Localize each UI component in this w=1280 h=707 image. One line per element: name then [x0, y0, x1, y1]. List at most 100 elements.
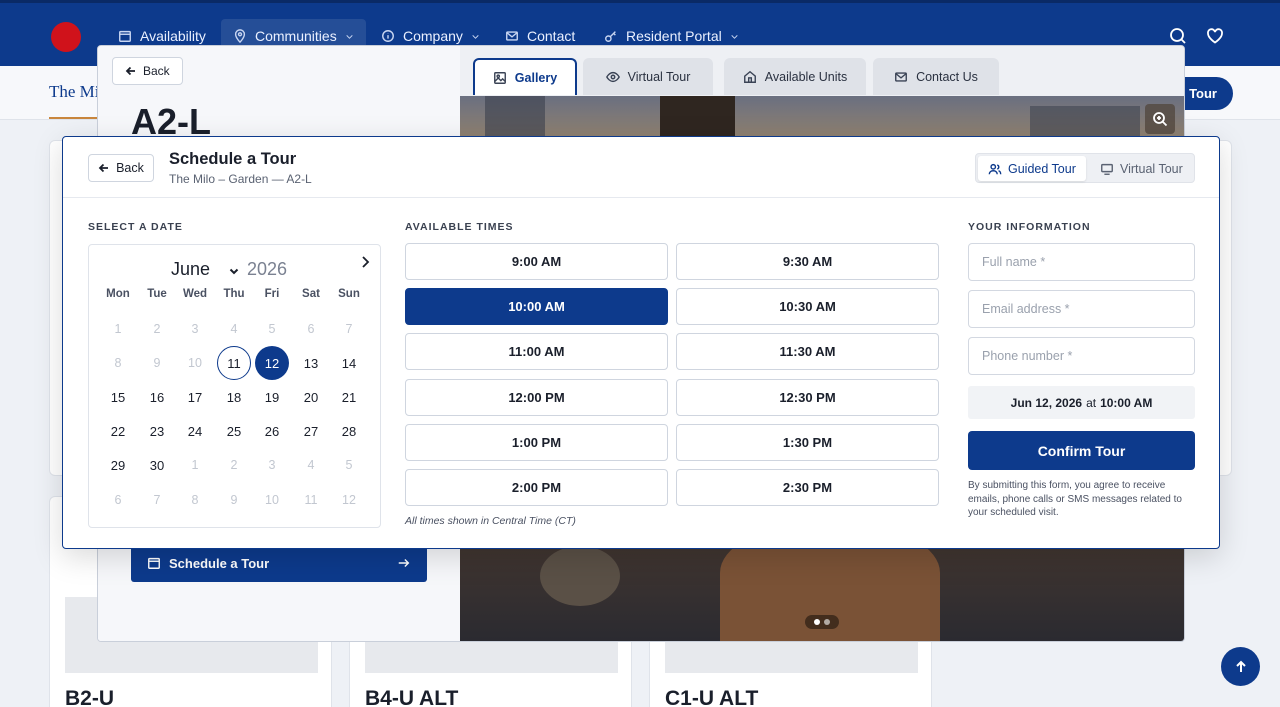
search-button[interactable]	[1169, 27, 1189, 47]
time-slot-button[interactable]: 12:00 PM	[405, 378, 668, 416]
calendar-day[interactable]: 24	[178, 414, 212, 448]
tab-virtual-tour[interactable]: Virtual Tour	[583, 58, 713, 95]
mode-virtual-tour[interactable]: Virtual Tour	[1090, 156, 1193, 181]
time-slot-button[interactable]: 1:30 PM	[676, 423, 939, 461]
time-slot-button[interactable]: 12:30 PM	[676, 378, 939, 416]
brand-underline	[49, 117, 97, 119]
community-brand[interactable]: The Mil	[49, 82, 104, 102]
calendar-day: 2	[230, 458, 238, 472]
search-icon	[1170, 28, 1186, 44]
calendar-day[interactable]: 23	[140, 414, 174, 448]
schedule-tour-modal: Back Schedule a Tour The Milo – Garden —…	[62, 136, 1220, 549]
calendar-day: 9	[153, 356, 161, 370]
email-field[interactable]: Email address *	[968, 290, 1195, 328]
heart-icon	[1207, 28, 1223, 44]
floorplan-card-title: B4-U ALT	[365, 687, 459, 707]
mode-guided-tour[interactable]: Guided Tour	[978, 156, 1086, 181]
tab-available-units[interactable]: Available Units	[724, 58, 866, 95]
schedule-tour-button[interactable]: Schedule a Tour	[131, 544, 427, 582]
unit-tabs: Gallery Virtual Tour Available Units Con…	[460, 46, 1184, 96]
calendar-day[interactable]: 30	[140, 448, 174, 482]
gallery-dot[interactable]	[814, 619, 820, 625]
monitor-icon	[1101, 163, 1113, 175]
eye-icon	[605, 71, 620, 82]
calendar-day[interactable]: 11	[217, 346, 251, 380]
weekday-label: Tue	[147, 288, 167, 300]
calendar-day: 12	[342, 493, 356, 507]
calendar-day[interactable]: 21	[332, 380, 366, 414]
calendar-day[interactable]: 13	[294, 346, 328, 380]
summary-time: 10:00 AM	[1100, 395, 1153, 410]
arrow-left-icon	[125, 66, 135, 76]
unit-back-button[interactable]: Back	[112, 57, 183, 85]
scroll-to-top-button[interactable]	[1221, 647, 1260, 686]
mode-guided-label: Guided Tour	[1008, 161, 1076, 176]
unit-back-label: Back	[143, 64, 170, 78]
site-logo[interactable]	[51, 22, 81, 52]
calendar-day[interactable]: 19	[255, 380, 289, 414]
map-pin-icon	[234, 29, 246, 43]
zoom-button[interactable]	[1145, 104, 1175, 134]
calendar-day[interactable]: 14	[332, 346, 366, 380]
year-display[interactable]: 2026	[247, 259, 287, 280]
calendar-day: 9	[230, 493, 238, 507]
tab-contact-us[interactable]: Contact Us	[873, 58, 999, 95]
gallery-pagination[interactable]	[805, 615, 839, 629]
phone-field[interactable]: Phone number *	[968, 337, 1195, 375]
weekday-label: Mon	[106, 288, 130, 300]
tour-mode-toggle: Guided Tour Virtual Tour	[975, 153, 1195, 183]
confirm-tour-button[interactable]: Confirm Tour	[968, 431, 1195, 470]
gallery-dot[interactable]	[824, 619, 830, 625]
calendar-day: 3	[191, 322, 199, 336]
info-icon	[382, 30, 394, 42]
time-slot-button[interactable]: 1:00 PM	[405, 423, 668, 461]
time-slot-button[interactable]: 11:30 AM	[676, 333, 939, 371]
confirm-tour-label: Confirm Tour	[1037, 442, 1126, 459]
month-select[interactable]: June	[171, 259, 210, 280]
time-slot-button[interactable]: 10:00 AM	[405, 288, 668, 326]
summary-at: at	[1086, 395, 1097, 410]
calendar-day[interactable]: 20	[294, 380, 328, 414]
next-month-button[interactable]	[358, 255, 374, 271]
time-slot-button[interactable]: 9:30 AM	[676, 243, 939, 280]
calendar-day[interactable]: 27	[294, 414, 328, 448]
image-icon	[493, 71, 506, 84]
time-slot-button[interactable]: 9:00 AM	[405, 243, 668, 280]
full-name-placeholder: Full name *	[982, 255, 1046, 269]
schedule-title: Schedule a Tour	[169, 150, 297, 168]
time-slot-button[interactable]: 11:00 AM	[405, 333, 668, 371]
users-icon	[988, 163, 1002, 174]
calendar-day[interactable]: 25	[217, 414, 251, 448]
calendar-day[interactable]: 17	[178, 380, 212, 414]
time-slot-button[interactable]: 2:00 PM	[405, 469, 668, 506]
time-slot-button[interactable]: 10:30 AM	[676, 288, 939, 326]
mode-virtual-label: Virtual Tour	[1120, 161, 1183, 176]
weekday-label: Thu	[223, 288, 245, 300]
calendar-day[interactable]: 29	[101, 448, 135, 482]
available-times-heading: AVAILABLE TIMES	[405, 221, 514, 233]
email-placeholder: Email address *	[982, 302, 1070, 316]
arrow-left-icon	[98, 163, 109, 173]
calendar-day[interactable]: 28	[332, 414, 366, 448]
chevron-down-icon[interactable]	[229, 263, 239, 275]
calendar-icon	[148, 557, 160, 569]
tab-gallery[interactable]: Gallery	[473, 58, 577, 95]
calendar-day[interactable]: 15	[101, 380, 135, 414]
weekday-label: Sat	[302, 288, 320, 300]
time-slot-button[interactable]: 2:30 PM	[676, 469, 939, 506]
calendar-day[interactable]: 16	[140, 380, 174, 414]
calendar-day: 6	[114, 493, 122, 507]
calendar-day[interactable]: 22	[101, 414, 135, 448]
favorites-button[interactable]	[1206, 27, 1226, 47]
calendar-day[interactable]: 18	[217, 380, 251, 414]
calendar-day: 11	[304, 493, 318, 507]
chevron-down-icon	[472, 34, 479, 39]
schedule-back-button[interactable]: Back	[88, 154, 154, 182]
calendar-day: 10	[265, 493, 279, 507]
calendar-day: 4	[230, 322, 238, 336]
calendar-day: 5	[268, 322, 276, 336]
tab-available-units-label: Available Units	[764, 69, 848, 84]
full-name-field[interactable]: Full name *	[968, 243, 1195, 281]
calendar-day[interactable]: 26	[255, 414, 289, 448]
calendar-day[interactable]: 12	[255, 346, 289, 380]
